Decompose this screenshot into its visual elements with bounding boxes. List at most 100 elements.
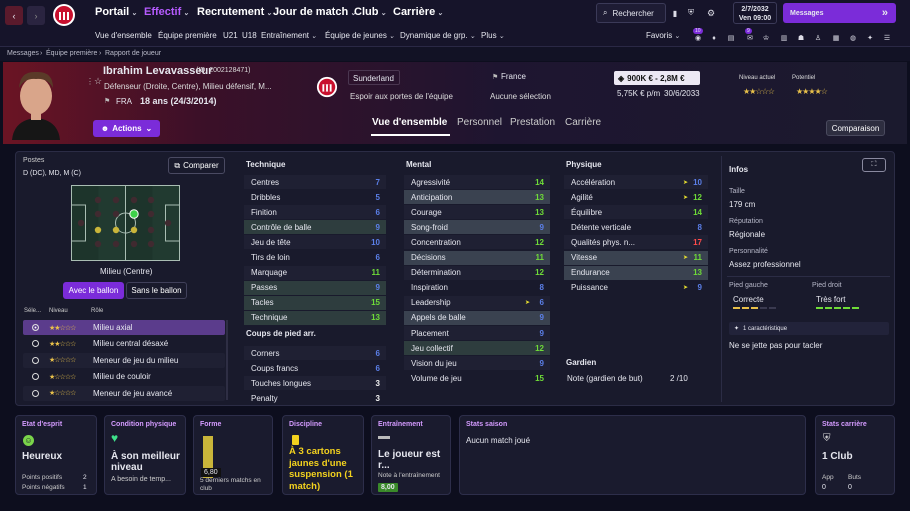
favoris-dropdown[interactable]: Favoris ⌄ [646,31,680,40]
role-row[interactable]: ★★☆☆☆ Milieu axial [23,320,225,335]
nav-recrutement[interactable]: Recrutement ⌄ [197,6,272,18]
nav-portail[interactable]: Portail ⌄ [95,6,137,18]
attribute-row[interactable]: Inspiration 8 [404,281,550,295]
attribute-row[interactable]: Technique 13 [244,310,386,325]
attribute-row[interactable]: Contrôle de balle 9 [244,220,386,235]
fav-team-icon[interactable]: ◉ [693,33,703,43]
attribute-row[interactable]: Jeu de tête 10 [244,235,386,250]
subnav-vue-ensemble[interactable]: Vue d'ensemble [95,31,152,40]
attribute-row[interactable]: Anticipation 13 [404,190,550,205]
attribute-row[interactable]: Agressivité 14 [404,175,550,189]
tab-personnel[interactable]: Personnel [457,117,502,128]
attribute-row[interactable]: Concentration 12 [404,235,550,250]
attribute-row[interactable]: Vision du jeu 9 [404,356,550,371]
back-button[interactable]: ‹ [5,6,23,25]
compare-button[interactable]: ⧉ Comparer [168,157,225,174]
subnav-equipe-jeunes[interactable]: Équipe de jeunes ⌄ [325,31,395,40]
search-button[interactable]: ⌕ Rechercher [596,3,666,23]
attribute-row[interactable]: Accélération ➤ 10 [564,175,708,189]
attribute-row[interactable]: Centres 7 [244,175,386,189]
attribute-row[interactable]: Tirs de loin 6 [244,251,386,265]
attribute-row[interactable]: Décisions 11 [404,250,550,265]
radio-button[interactable] [32,324,39,331]
radio-button[interactable] [32,373,39,381]
settings-icon[interactable]: ⚙ [702,4,720,22]
radio-button[interactable] [32,340,39,348]
date-display[interactable]: 2/7/2032 Ven 09:00 [733,2,777,24]
subnav-entrainement[interactable]: Entraînement ⌄ [261,31,317,40]
attribute-row[interactable]: Courage 13 [404,205,550,220]
tab-vue-ensemble[interactable]: Vue d'ensemble [372,117,447,128]
attribute-row[interactable]: Qualités phys. n... 17 [564,235,708,250]
fav-mail-icon[interactable]: ✉ [745,33,755,43]
attribute-row[interactable]: Vitesse ➤ 11 [564,250,708,265]
role-row[interactable]: ★★☆☆☆ Milieu central désaxé [23,336,225,351]
actions-button[interactable]: ☻ Actions ⌄ [93,120,160,137]
attribute-row[interactable]: Appels de balle 9 [404,310,550,325]
attribute-row[interactable]: Agilité ➤ 12 [564,190,708,204]
attribute-row[interactable]: Volume de jeu 15 [404,371,550,385]
with-ball-tab[interactable]: Avec le ballon [63,282,124,299]
club-name[interactable]: Sunderland [348,70,400,85]
attribute-row[interactable]: Passes 9 [244,280,386,295]
attribute-row[interactable]: Finition 6 [244,205,386,220]
fav-stats-icon[interactable]: ▤ [726,33,736,43]
radio-button[interactable] [32,356,39,364]
fav-trophy-icon[interactable]: ♔ [761,33,771,43]
breadcrumb-messages[interactable]: Messages [7,50,39,57]
more-options-icon[interactable]: ⋮ [86,77,94,86]
attribute-row[interactable]: Détente verticale 8 [564,220,708,234]
subnav-u18[interactable]: U18 [242,31,257,40]
nation-name[interactable]: France [501,72,526,81]
without-ball-tab[interactable]: Sans le ballon [126,282,187,299]
attribute-row[interactable]: Corners 6 [244,346,386,360]
fav-kit-icon[interactable]: ♦ [709,33,719,43]
attribute-row[interactable]: Penalty 3 [244,391,386,405]
attribute-row[interactable]: Jeu collectif 12 [404,341,550,356]
fav-list-icon[interactable]: ☰ [882,33,892,43]
radio-button[interactable] [32,389,39,397]
attribute-row[interactable]: Endurance 13 [564,265,708,280]
shield-icon[interactable]: ⛨ [684,4,698,22]
subnav-u21[interactable]: U21 [223,31,238,40]
subnav-equipe-premiere[interactable]: Équipe première [158,31,217,40]
attribute-row[interactable]: Équilibre 14 [564,205,708,220]
nav-jour-de-match[interactable]: Jour de match ⌄ [273,6,356,18]
role-row[interactable]: ★☆☆☆☆ Milieu de couloir [23,369,225,384]
fav-ball-icon[interactable]: ◍ [848,33,858,43]
fav-calendar-icon[interactable]: ▦ [831,33,841,43]
comparison-button[interactable]: Comparaison [826,120,885,136]
attribute-row[interactable]: Marquage 11 [244,265,386,280]
attribute-row[interactable]: Placement 9 [404,326,550,340]
attribute-row[interactable]: Puissance ➤ 9 [564,281,708,295]
fav-shirt-icon[interactable]: ♙ [813,33,823,43]
training-card[interactable]: Entraînement Le joueur est r... Note à l… [371,415,451,495]
breadcrumb-equipe[interactable]: Équipe première [46,50,97,57]
season-stats-card[interactable]: Stats saison Aucun match joué [459,415,806,495]
fav-star-icon[interactable]: ✦ [865,33,875,43]
form-card[interactable]: Forme 6,80 5 derniers matchs en club [193,415,273,495]
attribute-row[interactable]: Song-froid 9 [404,220,550,235]
tab-carriere[interactable]: Carrière [565,117,601,128]
subnav-dynamique[interactable]: Dynamique de grp. ⌄ [400,31,475,40]
attribute-row[interactable]: Touches longues 3 [244,376,386,391]
nav-club[interactable]: Club ⌄ [354,6,386,18]
career-stats-card[interactable]: Stats carrière ⛨ 1 Club App 0 Buts 0 [815,415,895,495]
nav-carriere[interactable]: Carrière ⌄ [393,6,443,18]
subnav-plus[interactable]: Plus ⌄ [481,31,504,40]
favorite-star-icon[interactable]: ☆ [94,76,102,87]
attribute-row[interactable]: Dribbles 5 [244,190,386,204]
nav-effectif[interactable]: Effectif ⌄ [144,6,189,18]
tab-prestation[interactable]: Prestation [510,117,555,128]
fav-people-icon[interactable]: ☗ [796,33,806,43]
role-row[interactable]: ★☆☆☆☆ Meneur de jeu du milieu [23,352,225,368]
info-toggle-button[interactable]: ⛶ [862,158,886,172]
messages-button[interactable]: Messages» [783,3,896,23]
fav-chart-icon[interactable]: ▥ [779,33,789,43]
attribute-row[interactable]: Leadership ➤ 6 [404,295,550,310]
attribute-row[interactable]: Tacles 15 [244,295,386,310]
attribute-row[interactable]: Détermination 12 [404,265,550,280]
discipline-card[interactable]: Discipline À 3 cartons jaunes d'une susp… [282,415,364,495]
roles-scrollbar[interactable] [226,320,228,400]
role-row[interactable]: ★☆☆☆☆ Meneur de jeu avancé [23,385,225,401]
